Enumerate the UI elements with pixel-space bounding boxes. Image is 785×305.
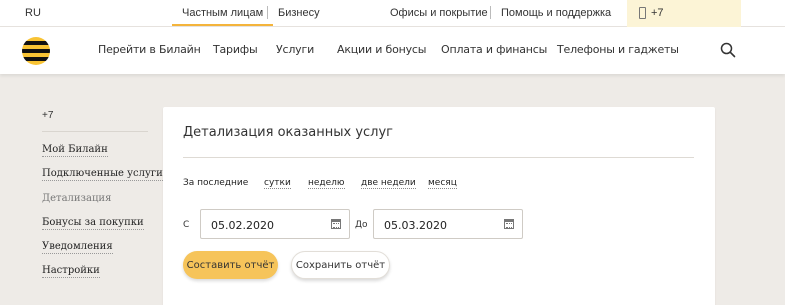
search-icon[interactable] — [719, 41, 737, 59]
offices-link[interactable]: Офисы и покрытие — [390, 7, 488, 19]
period-option-day[interactable]: сутки — [264, 178, 291, 189]
sidebar-divider — [42, 131, 148, 132]
sidebar-phone: +7 — [42, 110, 54, 121]
help-link[interactable]: Помощь и поддержка — [501, 7, 611, 19]
beeline-logo[interactable] — [22, 37, 50, 65]
build-report-button[interactable]: Составить отчёт — [183, 251, 278, 279]
period-option-two-weeks[interactable]: две недели — [361, 178, 416, 189]
main-nav: Перейти в Билайн Тарифы Услуги Акции и б… — [0, 27, 785, 74]
phone-icon — [639, 7, 646, 19]
sidebar-item-settings[interactable]: Настройки — [42, 265, 100, 278]
nav-item-services[interactable]: Услуги — [276, 43, 314, 56]
nav-item-promotions[interactable]: Акции и бонусы — [337, 43, 426, 56]
from-date-field[interactable]: 05.02.2020 — [200, 209, 350, 239]
sidebar-item-bonuses[interactable]: Бонусы за покупки — [42, 217, 144, 230]
sidebar-item-notifications[interactable]: Уведомления — [42, 241, 113, 254]
period-option-week[interactable]: неделю — [308, 178, 345, 189]
segment-private[interactable]: Частным лицам — [171, 7, 274, 26]
from-date-value: 05.02.2020 — [211, 219, 274, 232]
divider — [267, 6, 268, 19]
title-divider — [183, 157, 694, 158]
to-date-value: 05.03.2020 — [384, 219, 447, 232]
nav-item-devices[interactable]: Телефоны и гаджеты — [557, 43, 679, 56]
account-phone-button[interactable]: +7 — [627, 0, 741, 27]
sidebar-item-details: Детализация — [42, 193, 112, 204]
segment-business[interactable]: Бизнесу — [278, 7, 320, 19]
calendar-icon[interactable] — [331, 219, 341, 229]
report-card: Детализация оказанных услуг За последние… — [163, 107, 715, 305]
language-switch[interactable]: RU — [25, 7, 41, 19]
period-label: За последние — [183, 178, 249, 188]
calendar-icon[interactable] — [504, 219, 514, 229]
to-date-field[interactable]: 05.03.2020 — [373, 209, 523, 239]
page-title: Детализация оказанных услуг — [183, 125, 393, 140]
sidebar-item-my-beeline[interactable]: Мой Билайн — [42, 144, 108, 157]
period-option-month[interactable]: месяц — [428, 178, 457, 189]
save-report-button[interactable]: Сохранить отчёт — [291, 251, 390, 279]
nav-item-payment[interactable]: Оплата и финансы — [441, 43, 547, 56]
sidebar-item-connected-services[interactable]: Подключенные услуги — [42, 168, 163, 181]
from-label: С — [183, 220, 190, 230]
account-phone: +7 — [651, 7, 664, 19]
nav-item-tariffs[interactable]: Тарифы — [213, 43, 258, 56]
top-utility-bar: RU Частным лицам Бизнесу Офисы и покрыти… — [0, 0, 785, 27]
divider — [490, 6, 491, 19]
to-label: До — [355, 220, 368, 230]
nav-item-go-beeline[interactable]: Перейти в Билайн — [98, 43, 201, 56]
